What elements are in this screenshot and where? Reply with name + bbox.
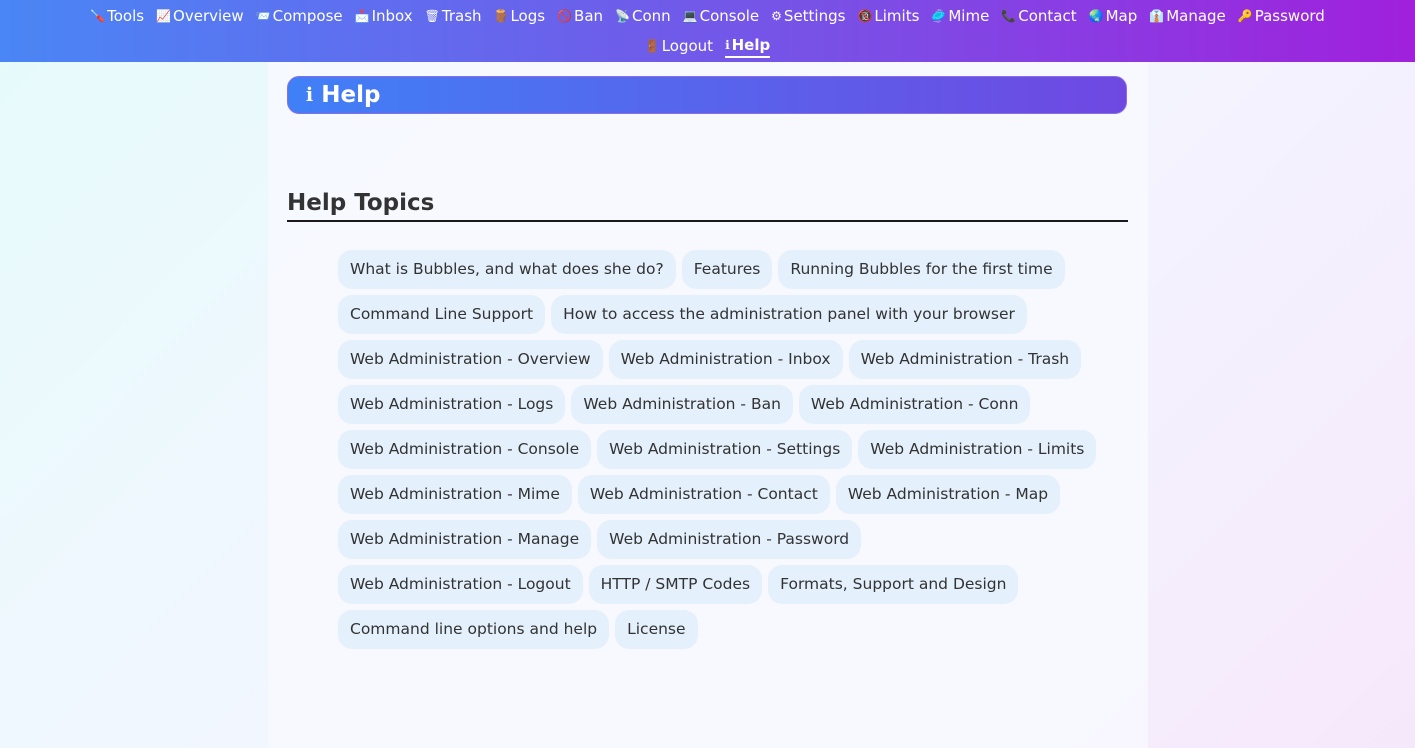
- laptop-icon: 💻: [682, 9, 698, 23]
- help-topic-link[interactable]: Web Administration - Ban: [571, 385, 793, 424]
- help-topic-link[interactable]: Web Administration - Mime: [338, 475, 572, 514]
- nav-item-label: Mime: [948, 7, 990, 25]
- nav-item-label: Settings: [783, 7, 846, 25]
- nav-item-label: Contact: [1018, 7, 1077, 25]
- key-icon: 🔑: [1237, 9, 1253, 23]
- help-topics-list: What is Bubbles, and what does she do? Fe…: [338, 250, 1098, 649]
- nav-item-label: Inbox: [371, 7, 413, 25]
- help-topic-link[interactable]: What is Bubbles, and what does she do?: [338, 250, 676, 289]
- help-topic-link[interactable]: Web Administration - Console: [338, 430, 592, 469]
- nav-item-overview[interactable]: 📈 Overview: [156, 6, 244, 26]
- chart-icon: 📈: [156, 9, 172, 23]
- page-title-bar: ℹ Help: [287, 76, 1127, 114]
- help-topic-link[interactable]: Command Line Support: [338, 295, 546, 334]
- nav-item-manage[interactable]: 👔 Manage: [1149, 6, 1226, 26]
- nav-item-trash[interactable]: 🗑 Trash: [425, 6, 482, 26]
- help-topic-link[interactable]: License: [615, 610, 698, 649]
- page-title: Help: [321, 82, 381, 108]
- nav-item-map[interactable]: 🌏 Map: [1089, 6, 1138, 26]
- help-topic-link[interactable]: Formats, Support and Design: [768, 565, 1019, 604]
- help-topic-link[interactable]: Web Administration - Logout: [338, 565, 583, 604]
- nav-row-1: 🪛 Tools 📈 Overview 📨 Compose 📩 Inbox 🗑 Trash …: [0, 4, 1415, 28]
- limit-icon: 🔞: [857, 9, 873, 23]
- nav-item-label: Ban: [574, 7, 604, 25]
- nav-item-logout[interactable]: 🚪 Logout: [645, 36, 713, 56]
- nav-item-label: Logout: [661, 37, 714, 55]
- help-topic-link[interactable]: Web Administration - Map: [835, 475, 1061, 514]
- nav-item-ban[interactable]: 🚫 Ban: [557, 6, 603, 26]
- help-topic-link[interactable]: How to access the administration panel w…: [551, 295, 1027, 334]
- help-topic-link[interactable]: Running Bubbles for the first time: [778, 250, 1065, 289]
- nav-item-label: Console: [699, 7, 760, 25]
- nav-item-console[interactable]: 💻 Console: [683, 6, 760, 26]
- trash-icon: 🗑: [424, 9, 440, 23]
- globe-icon: 🌏: [1088, 9, 1104, 23]
- disc-icon: 🥏: [931, 9, 947, 23]
- top-navigation: 🪛 Tools 📈 Overview 📨 Compose 📩 Inbox 🗑 Trash …: [0, 0, 1415, 62]
- screwdriver-icon: 🪛: [90, 9, 106, 23]
- section-heading: Help Topics: [287, 186, 1128, 222]
- nav-item-logs[interactable]: 🪵 Logs: [494, 6, 546, 26]
- main-panel: ℹ Help Help Topics What is Bubbles, and …: [268, 62, 1148, 748]
- nav-item-limits[interactable]: 🔞 Limits: [857, 6, 919, 26]
- ban-icon: 🚫: [557, 9, 573, 23]
- help-topic-link[interactable]: Web Administration - Logs: [338, 385, 566, 424]
- nav-item-label: Map: [1105, 7, 1138, 25]
- nav-item-mime[interactable]: 🥏 Mime: [931, 6, 989, 26]
- help-topic-link[interactable]: Web Administration - Contact: [577, 475, 830, 514]
- nav-item-compose[interactable]: 📨 Compose: [256, 6, 343, 26]
- nav-item-contact[interactable]: 📞 Contact: [1001, 6, 1076, 26]
- nav-item-settings[interactable]: ⚙ Settings: [771, 6, 845, 26]
- help-topic-link[interactable]: Web Administration - Limits: [858, 430, 1097, 469]
- nav-item-inbox[interactable]: 📩 Inbox: [355, 6, 413, 26]
- envelope-send-icon: 📨: [255, 9, 271, 23]
- help-topic-link[interactable]: Web Administration - Overview: [338, 340, 603, 379]
- door-icon: 🚪: [644, 39, 660, 53]
- nav-item-label: Help: [731, 35, 771, 54]
- phone-icon: 📞: [1001, 9, 1017, 23]
- help-topic-link[interactable]: Features: [681, 250, 773, 289]
- nav-item-password[interactable]: 🔑 Password: [1238, 6, 1325, 26]
- log-icon: 🪵: [493, 9, 509, 23]
- nav-item-label: Compose: [272, 7, 343, 25]
- help-topic-link[interactable]: Command line options and help: [338, 610, 610, 649]
- nav-item-label: Conn: [631, 7, 671, 25]
- help-topic-link[interactable]: HTTP / SMTP Codes: [588, 565, 763, 604]
- info-icon: ℹ: [306, 84, 314, 106]
- manager-icon: 👔: [1149, 9, 1165, 23]
- nav-item-tools[interactable]: 🪛 Tools: [90, 6, 144, 26]
- nav-row-2: 🚪 Logout ℹ Help: [0, 34, 1415, 58]
- nav-item-conn[interactable]: 📡 Conn: [615, 6, 671, 26]
- help-topic-link[interactable]: Web Administration - Password: [597, 520, 862, 559]
- help-topic-link[interactable]: Web Administration - Conn: [798, 385, 1031, 424]
- gear-icon: ⚙: [771, 9, 782, 23]
- help-topic-link[interactable]: Web Administration - Trash: [848, 340, 1082, 379]
- help-topic-link[interactable]: Web Administration - Inbox: [608, 340, 843, 379]
- help-topic-link[interactable]: Web Administration - Settings: [597, 430, 853, 469]
- nav-item-label: Tools: [107, 7, 145, 25]
- nav-item-label: Logs: [510, 7, 546, 25]
- info-icon: ℹ: [725, 37, 730, 52]
- satellite-icon: 📡: [615, 9, 630, 23]
- inbox-icon: 📩: [354, 9, 370, 23]
- nav-item-label: Password: [1254, 7, 1325, 25]
- help-topic-link[interactable]: Web Administration - Manage: [338, 520, 592, 559]
- nav-item-label: Overview: [173, 7, 244, 25]
- nav-item-label: Manage: [1166, 7, 1226, 25]
- nav-item-label: Trash: [441, 7, 482, 25]
- nav-item-help[interactable]: ℹ Help: [725, 35, 771, 58]
- nav-item-label: Limits: [874, 7, 920, 25]
